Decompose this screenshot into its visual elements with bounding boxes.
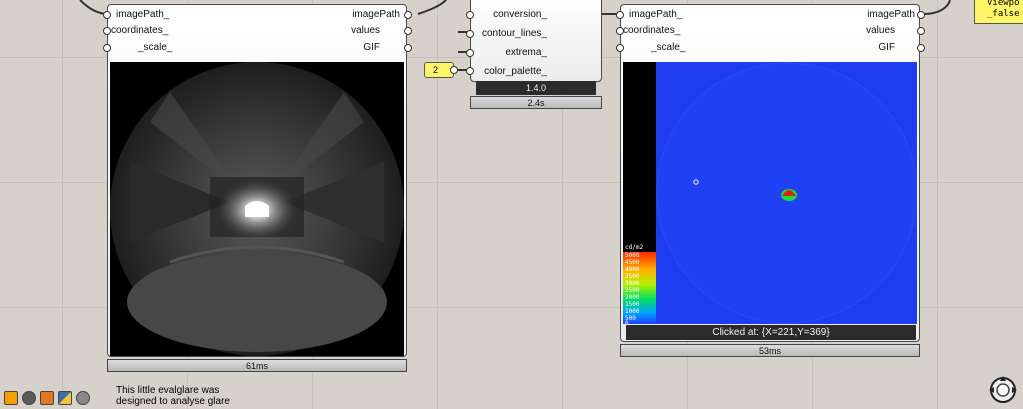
left-node-timer: 61ms [107,359,407,372]
viewpoint-panel-line2: _false [987,9,1020,19]
right-input-scale[interactable]: _scale_ [651,40,685,56]
input-coordinates[interactable]: coordinates_ [111,23,168,39]
middle-node-timer: 2.4s [470,96,602,109]
gear-icon[interactable] [76,391,90,405]
right-node-input-grip-1[interactable] [616,11,624,19]
right-node-output-grip-3[interactable] [917,44,925,52]
input-contour-lines[interactable]: contour_lines_ [482,26,547,42]
left-node-input-grip-3[interactable] [103,44,111,52]
clicked-at-status: Clicked at: {X=221,Y=369} [626,325,916,340]
right-input-imagepath[interactable]: imagePath_ [629,7,682,23]
middle-node-input-grip-4[interactable] [466,67,474,75]
navigation-compass-icon[interactable] [988,375,1018,405]
legend-label-3000: 3000 [625,280,640,287]
right-input-coordinates[interactable]: coordinates_ [623,23,680,39]
legend-label-1000: 1000 [625,308,640,315]
output-values[interactable]: values [351,23,380,39]
version-badge: 1.4.0 [476,81,596,95]
falsecolor-node[interactable]: conversion_ contour_lines_ extrema_ colo… [470,0,602,82]
falsecolor-render [623,62,917,324]
number-panel-output-grip[interactable] [450,66,458,74]
legend-unit: cd/m2 [625,244,644,251]
right-output-values[interactable]: values [866,23,895,39]
viewpoint-panel-line1: Viewpo [987,0,1020,8]
image-viewer-node-left[interactable]: imagePath_ coordinates_ _scale_ imagePat… [107,4,407,357]
right-node-timer: 53ms [620,344,920,357]
right-node-output-grip-2[interactable] [917,27,925,35]
left-node-input-grip-2[interactable] [103,27,111,35]
middle-node-input-grip-2[interactable] [466,30,474,38]
viewpoint-panel[interactable]: Viewpo _false [974,0,1023,24]
left-node-output-grip-3[interactable] [404,44,412,52]
right-node-input-grip-3[interactable] [616,44,624,52]
number-panel-value: 2 [433,65,439,75]
legend-label-2000: 2000 [625,294,640,301]
legend-label-2500: 2500 [625,287,640,294]
input-color-palette[interactable]: color_palette_ [484,64,547,80]
input-conversion[interactable]: conversion_ [493,7,547,23]
note-line-1: This little evalglare was [116,385,220,396]
python-icon[interactable] [58,391,72,405]
note-line-2: designed to analyse glare [116,396,230,407]
paint-icon[interactable] [40,391,54,405]
right-node-input-grip-2[interactable] [616,27,624,35]
fisheye-luminance-image[interactable] [110,62,404,356]
annotation-note: This little evalglare was designed to an… [116,385,336,407]
legend-label-3500: 3500 [625,273,640,280]
falsecolor-image[interactable]: cd/m2 5000 4500 4000 3500 3000 2500 2000… [623,62,917,324]
legend-label-0: 0 [625,320,629,324]
image-viewer-node-right[interactable]: imagePath_ coordinates_ _scale_ imagePat… [620,4,920,342]
middle-node-input-grip-1[interactable] [466,11,474,19]
hexagon-icon[interactable] [22,391,36,405]
middle-node-input-grip-3[interactable] [466,49,474,57]
input-extrema[interactable]: extrema_ [505,45,547,61]
legend-label-5000: 5000 [625,252,640,259]
input-scale[interactable]: _scale_ [138,40,172,56]
output-gif[interactable]: GIF [363,40,380,56]
legend-label-4500: 4500 [625,259,640,266]
right-node-output-grip-1[interactable] [917,11,925,19]
legend-label-4000: 4000 [625,266,640,273]
menu-icon[interactable] [4,391,18,405]
left-node-input-grip-1[interactable] [103,11,111,19]
input-imagepath[interactable]: imagePath_ [116,7,169,23]
left-node-output-grip-1[interactable] [404,11,412,19]
right-output-imagepath[interactable]: imagePath [867,7,915,23]
left-node-output-grip-2[interactable] [404,27,412,35]
right-output-gif[interactable]: GIF [878,40,895,56]
output-imagepath[interactable]: imagePath [352,7,400,23]
fisheye-render [110,62,404,356]
legend-label-1500: 1500 [625,301,640,308]
